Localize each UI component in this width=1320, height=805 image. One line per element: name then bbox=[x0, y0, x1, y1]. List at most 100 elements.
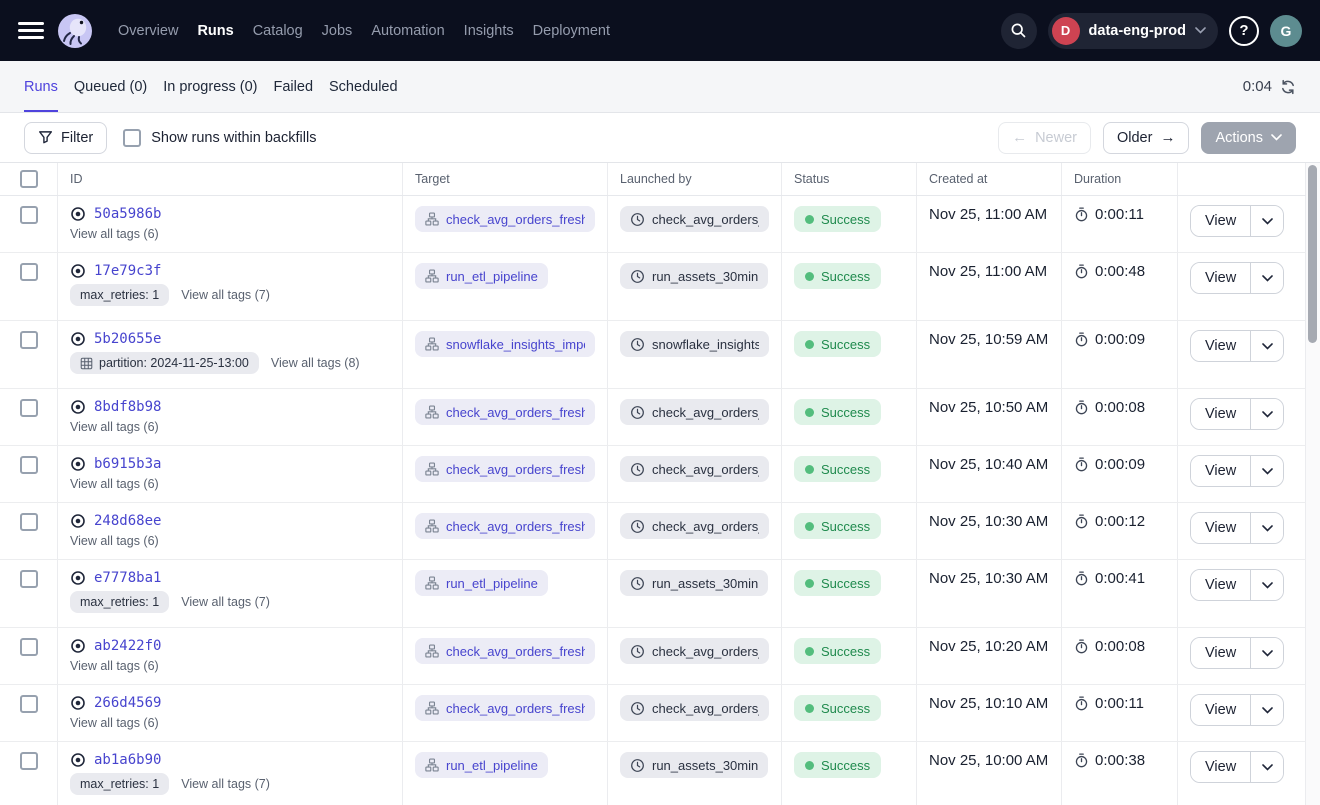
view-run-dropdown-button[interactable] bbox=[1250, 570, 1283, 600]
view-all-tags-link[interactable]: View all tags (6) bbox=[70, 659, 159, 673]
launched-by-link[interactable]: snowflake_insights_… bbox=[620, 331, 769, 357]
run-id-link[interactable]: 17e79c3f bbox=[94, 263, 161, 279]
view-run-button[interactable]: View bbox=[1191, 206, 1250, 236]
run-id-link[interactable]: 266d4569 bbox=[94, 695, 161, 711]
nav-item-runs[interactable]: Runs bbox=[197, 23, 233, 39]
launched-by-link[interactable]: check_avg_orders_f… bbox=[620, 399, 769, 425]
row-checkbox[interactable] bbox=[20, 638, 38, 656]
tab-in-progress-0[interactable]: In progress (0) bbox=[163, 61, 257, 112]
nav-item-jobs[interactable]: Jobs bbox=[322, 23, 353, 39]
target-link[interactable]: run_etl_pipeline bbox=[415, 752, 548, 778]
launched-by-link[interactable]: run_assets_30min bbox=[620, 570, 768, 596]
workspace-switcher[interactable]: D data-eng-prod bbox=[1048, 13, 1218, 49]
view-all-tags-link[interactable]: View all tags (6) bbox=[70, 477, 159, 491]
target-link[interactable]: check_avg_orders_freshne bbox=[415, 695, 595, 721]
row-checkbox[interactable] bbox=[20, 399, 38, 417]
run-id-link[interactable]: b6915b3a bbox=[94, 456, 161, 472]
view-run-button[interactable]: View bbox=[1191, 399, 1250, 429]
launched-by-link[interactable]: run_assets_30min bbox=[620, 752, 768, 778]
row-checkbox[interactable] bbox=[20, 513, 38, 531]
older-button[interactable]: Older → bbox=[1103, 122, 1189, 154]
tag-pill[interactable]: partition: 2024-11-25-13:00 bbox=[70, 352, 259, 374]
backfills-checkbox[interactable] bbox=[123, 129, 141, 147]
view-all-tags-link[interactable]: View all tags (6) bbox=[70, 420, 159, 434]
select-all-checkbox[interactable] bbox=[20, 170, 38, 188]
view-all-tags-link[interactable]: View all tags (8) bbox=[271, 356, 360, 370]
view-run-button[interactable]: View bbox=[1191, 331, 1250, 361]
refresh-icon[interactable] bbox=[1280, 79, 1296, 95]
help-button[interactable]: ? bbox=[1229, 16, 1259, 46]
nav-item-deployment[interactable]: Deployment bbox=[533, 23, 610, 39]
target-link[interactable]: snowflake_insights_import bbox=[415, 331, 595, 357]
run-id-link[interactable]: ab1a6b90 bbox=[94, 752, 161, 768]
view-run-dropdown-button[interactable] bbox=[1250, 638, 1283, 668]
view-run-button[interactable]: View bbox=[1191, 638, 1250, 668]
view-all-tags-link[interactable]: View all tags (7) bbox=[181, 288, 270, 302]
target-link[interactable]: check_avg_orders_freshne bbox=[415, 513, 595, 539]
tag-pill[interactable]: max_retries: 1 bbox=[70, 591, 169, 613]
row-checkbox[interactable] bbox=[20, 752, 38, 770]
filter-button[interactable]: Filter bbox=[24, 122, 107, 154]
view-run-dropdown-button[interactable] bbox=[1250, 331, 1283, 361]
nav-item-insights[interactable]: Insights bbox=[464, 23, 514, 39]
run-id-link[interactable]: e7778ba1 bbox=[94, 570, 161, 586]
scrollbar-thumb[interactable] bbox=[1308, 165, 1317, 343]
view-run-dropdown-button[interactable] bbox=[1250, 206, 1283, 236]
view-all-tags-link[interactable]: View all tags (6) bbox=[70, 534, 159, 548]
view-run-button[interactable]: View bbox=[1191, 695, 1250, 725]
row-checkbox[interactable] bbox=[20, 263, 38, 281]
view-run-dropdown-button[interactable] bbox=[1250, 399, 1283, 429]
target-link[interactable]: run_etl_pipeline bbox=[415, 263, 548, 289]
tag-pill[interactable]: max_retries: 1 bbox=[70, 773, 169, 795]
view-run-dropdown-button[interactable] bbox=[1250, 695, 1283, 725]
view-run-button[interactable]: View bbox=[1191, 752, 1250, 782]
row-checkbox[interactable] bbox=[20, 206, 38, 224]
row-checkbox[interactable] bbox=[20, 570, 38, 588]
target-link[interactable]: check_avg_orders_freshne bbox=[415, 399, 595, 425]
hamburger-menu-icon[interactable] bbox=[18, 22, 44, 39]
tab-scheduled[interactable]: Scheduled bbox=[329, 61, 398, 112]
actions-button[interactable]: Actions bbox=[1201, 122, 1296, 154]
tab-runs[interactable]: Runs bbox=[24, 61, 58, 112]
target-link[interactable]: check_avg_orders_freshne bbox=[415, 638, 595, 664]
row-checkbox[interactable] bbox=[20, 695, 38, 713]
view-run-dropdown-button[interactable] bbox=[1250, 456, 1283, 486]
view-all-tags-link[interactable]: View all tags (6) bbox=[70, 716, 159, 730]
row-checkbox[interactable] bbox=[20, 456, 38, 474]
newer-button[interactable]: ← Newer bbox=[998, 122, 1091, 154]
launched-by-link[interactable]: check_avg_orders_f… bbox=[620, 695, 769, 721]
launched-by-link[interactable]: run_assets_30min bbox=[620, 263, 768, 289]
show-backfills-toggle[interactable]: Show runs within backfills bbox=[123, 129, 316, 147]
view-run-dropdown-button[interactable] bbox=[1250, 752, 1283, 782]
launched-by-link[interactable]: check_avg_orders_f… bbox=[620, 456, 769, 482]
run-id-link[interactable]: 8bdf8b98 bbox=[94, 399, 161, 415]
vertical-scrollbar[interactable] bbox=[1306, 163, 1320, 805]
view-run-button[interactable]: View bbox=[1191, 456, 1250, 486]
view-run-dropdown-button[interactable] bbox=[1250, 263, 1283, 293]
view-all-tags-link[interactable]: View all tags (7) bbox=[181, 595, 270, 609]
view-run-button[interactable]: View bbox=[1191, 263, 1250, 293]
search-button[interactable] bbox=[1001, 13, 1037, 49]
nav-item-overview[interactable]: Overview bbox=[118, 23, 178, 39]
run-id-link[interactable]: 248d68ee bbox=[94, 513, 161, 529]
launched-by-link[interactable]: check_avg_orders_f… bbox=[620, 206, 769, 232]
view-all-tags-link[interactable]: View all tags (6) bbox=[70, 227, 159, 241]
user-avatar[interactable]: G bbox=[1270, 15, 1302, 47]
view-all-tags-link[interactable]: View all tags (7) bbox=[181, 777, 270, 791]
view-run-button[interactable]: View bbox=[1191, 513, 1250, 543]
tag-pill[interactable]: max_retries: 1 bbox=[70, 284, 169, 306]
run-id-link[interactable]: 50a5986b bbox=[94, 206, 161, 222]
target-link[interactable]: check_avg_orders_freshne bbox=[415, 206, 595, 232]
tab-queued-0[interactable]: Queued (0) bbox=[74, 61, 147, 112]
view-run-button[interactable]: View bbox=[1191, 570, 1250, 600]
target-link[interactable]: run_etl_pipeline bbox=[415, 570, 548, 596]
view-run-dropdown-button[interactable] bbox=[1250, 513, 1283, 543]
dagster-logo-icon[interactable] bbox=[57, 13, 93, 49]
launched-by-link[interactable]: check_avg_orders_f… bbox=[620, 513, 769, 539]
run-id-link[interactable]: 5b20655e bbox=[94, 331, 161, 347]
nav-item-catalog[interactable]: Catalog bbox=[253, 23, 303, 39]
target-link[interactable]: check_avg_orders_freshne bbox=[415, 456, 595, 482]
row-checkbox[interactable] bbox=[20, 331, 38, 349]
run-id-link[interactable]: ab2422f0 bbox=[94, 638, 161, 654]
tab-failed[interactable]: Failed bbox=[274, 61, 314, 112]
